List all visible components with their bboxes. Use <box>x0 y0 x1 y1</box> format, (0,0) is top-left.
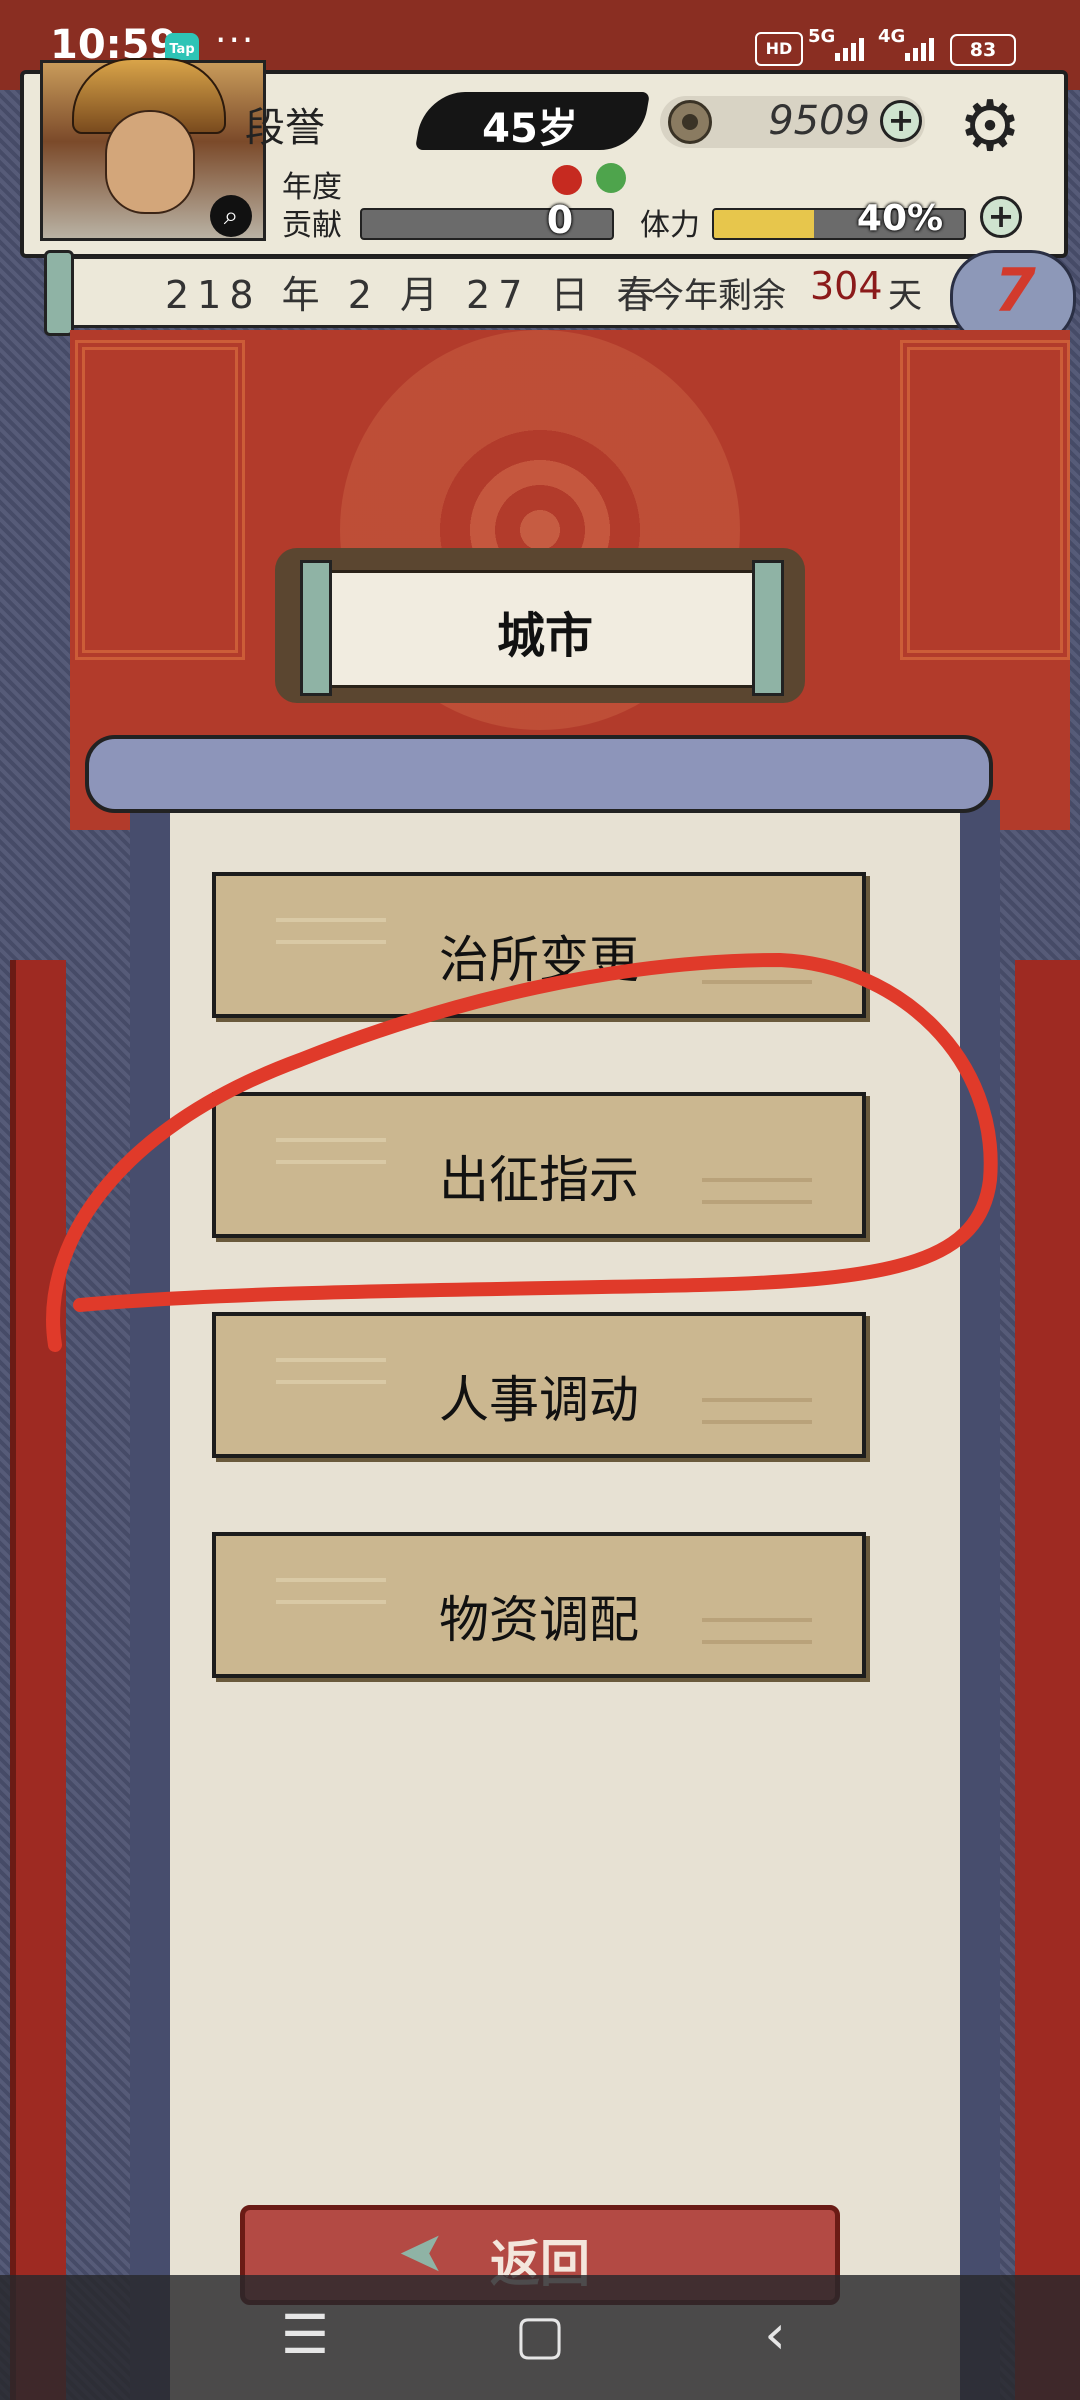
right-pillar <box>1015 960 1080 2400</box>
coin-value: 9509 <box>768 98 870 144</box>
date-bar-pole <box>44 250 74 336</box>
menu-item-label: 物资调配 <box>439 1591 639 1649</box>
contribution-label: 贡献 <box>282 208 342 243</box>
stamina-label: 体力 <box>640 208 700 243</box>
menu-item-label: 治所变更 <box>439 931 639 989</box>
back-nav-icon[interactable]: ‹ <box>735 2300 815 2370</box>
avatar-face <box>105 110 195 214</box>
signal-5g-bars-icon <box>835 38 864 61</box>
stamina-value: 40% <box>856 198 944 239</box>
home-icon[interactable]: ▢ <box>500 2300 580 2370</box>
contribution-value: 0 <box>546 198 574 242</box>
add-stamina-plus-icon[interactable]: + <box>980 196 1022 238</box>
player-age: 45岁 <box>482 106 578 152</box>
coin-icon <box>668 100 712 144</box>
supply-allocation-button[interactable]: 物资调配 <box>212 1532 866 1678</box>
gear-icon[interactable]: ⚙ <box>952 88 1028 164</box>
menu-item-label: 出征指示 <box>439 1151 639 1209</box>
page-title: 城市 <box>496 608 593 664</box>
personnel-transfer-button[interactable]: 人事调动 <box>212 1312 866 1458</box>
days-remaining-label: 今年剩余 <box>650 276 786 316</box>
expedition-orders-button[interactable]: 出征指示 <box>212 1092 866 1238</box>
green-faction-icon <box>596 163 626 193</box>
signal-5g-label: 5G <box>808 26 836 47</box>
more-notifications-icon: ··· <box>215 20 256 61</box>
signal-4g-bars-icon <box>905 38 934 61</box>
change-seat-button[interactable]: 治所变更 <box>212 872 866 1018</box>
scroll-roller <box>85 735 993 813</box>
signal-4g-label: 4G <box>878 26 906 47</box>
days-unit: 天 <box>888 276 922 316</box>
battery-indicator: 83 <box>950 34 1016 66</box>
player-name: 段誉 <box>245 105 325 151</box>
recent-apps-icon[interactable]: ☰ <box>265 2300 345 2370</box>
red-faction-icon <box>552 165 582 195</box>
cloud-badge-number: 7 <box>994 256 1036 326</box>
magnifier-icon[interactable]: ⌕ <box>210 195 252 237</box>
add-coins-plus-icon[interactable]: + <box>880 100 922 142</box>
left-pillar <box>10 960 66 2400</box>
right-ornament <box>900 340 1070 660</box>
stamina-bar-fill <box>714 210 814 238</box>
game-date: 218 年 2 月 27 日 春 <box>165 273 663 317</box>
days-remaining-value: 304 <box>810 264 883 308</box>
hd-voice-icon: HD <box>755 32 803 66</box>
back-arrow-icon: ➤ <box>398 2220 445 2285</box>
left-ornament <box>75 340 245 660</box>
menu-item-label: 人事调动 <box>439 1371 639 1429</box>
